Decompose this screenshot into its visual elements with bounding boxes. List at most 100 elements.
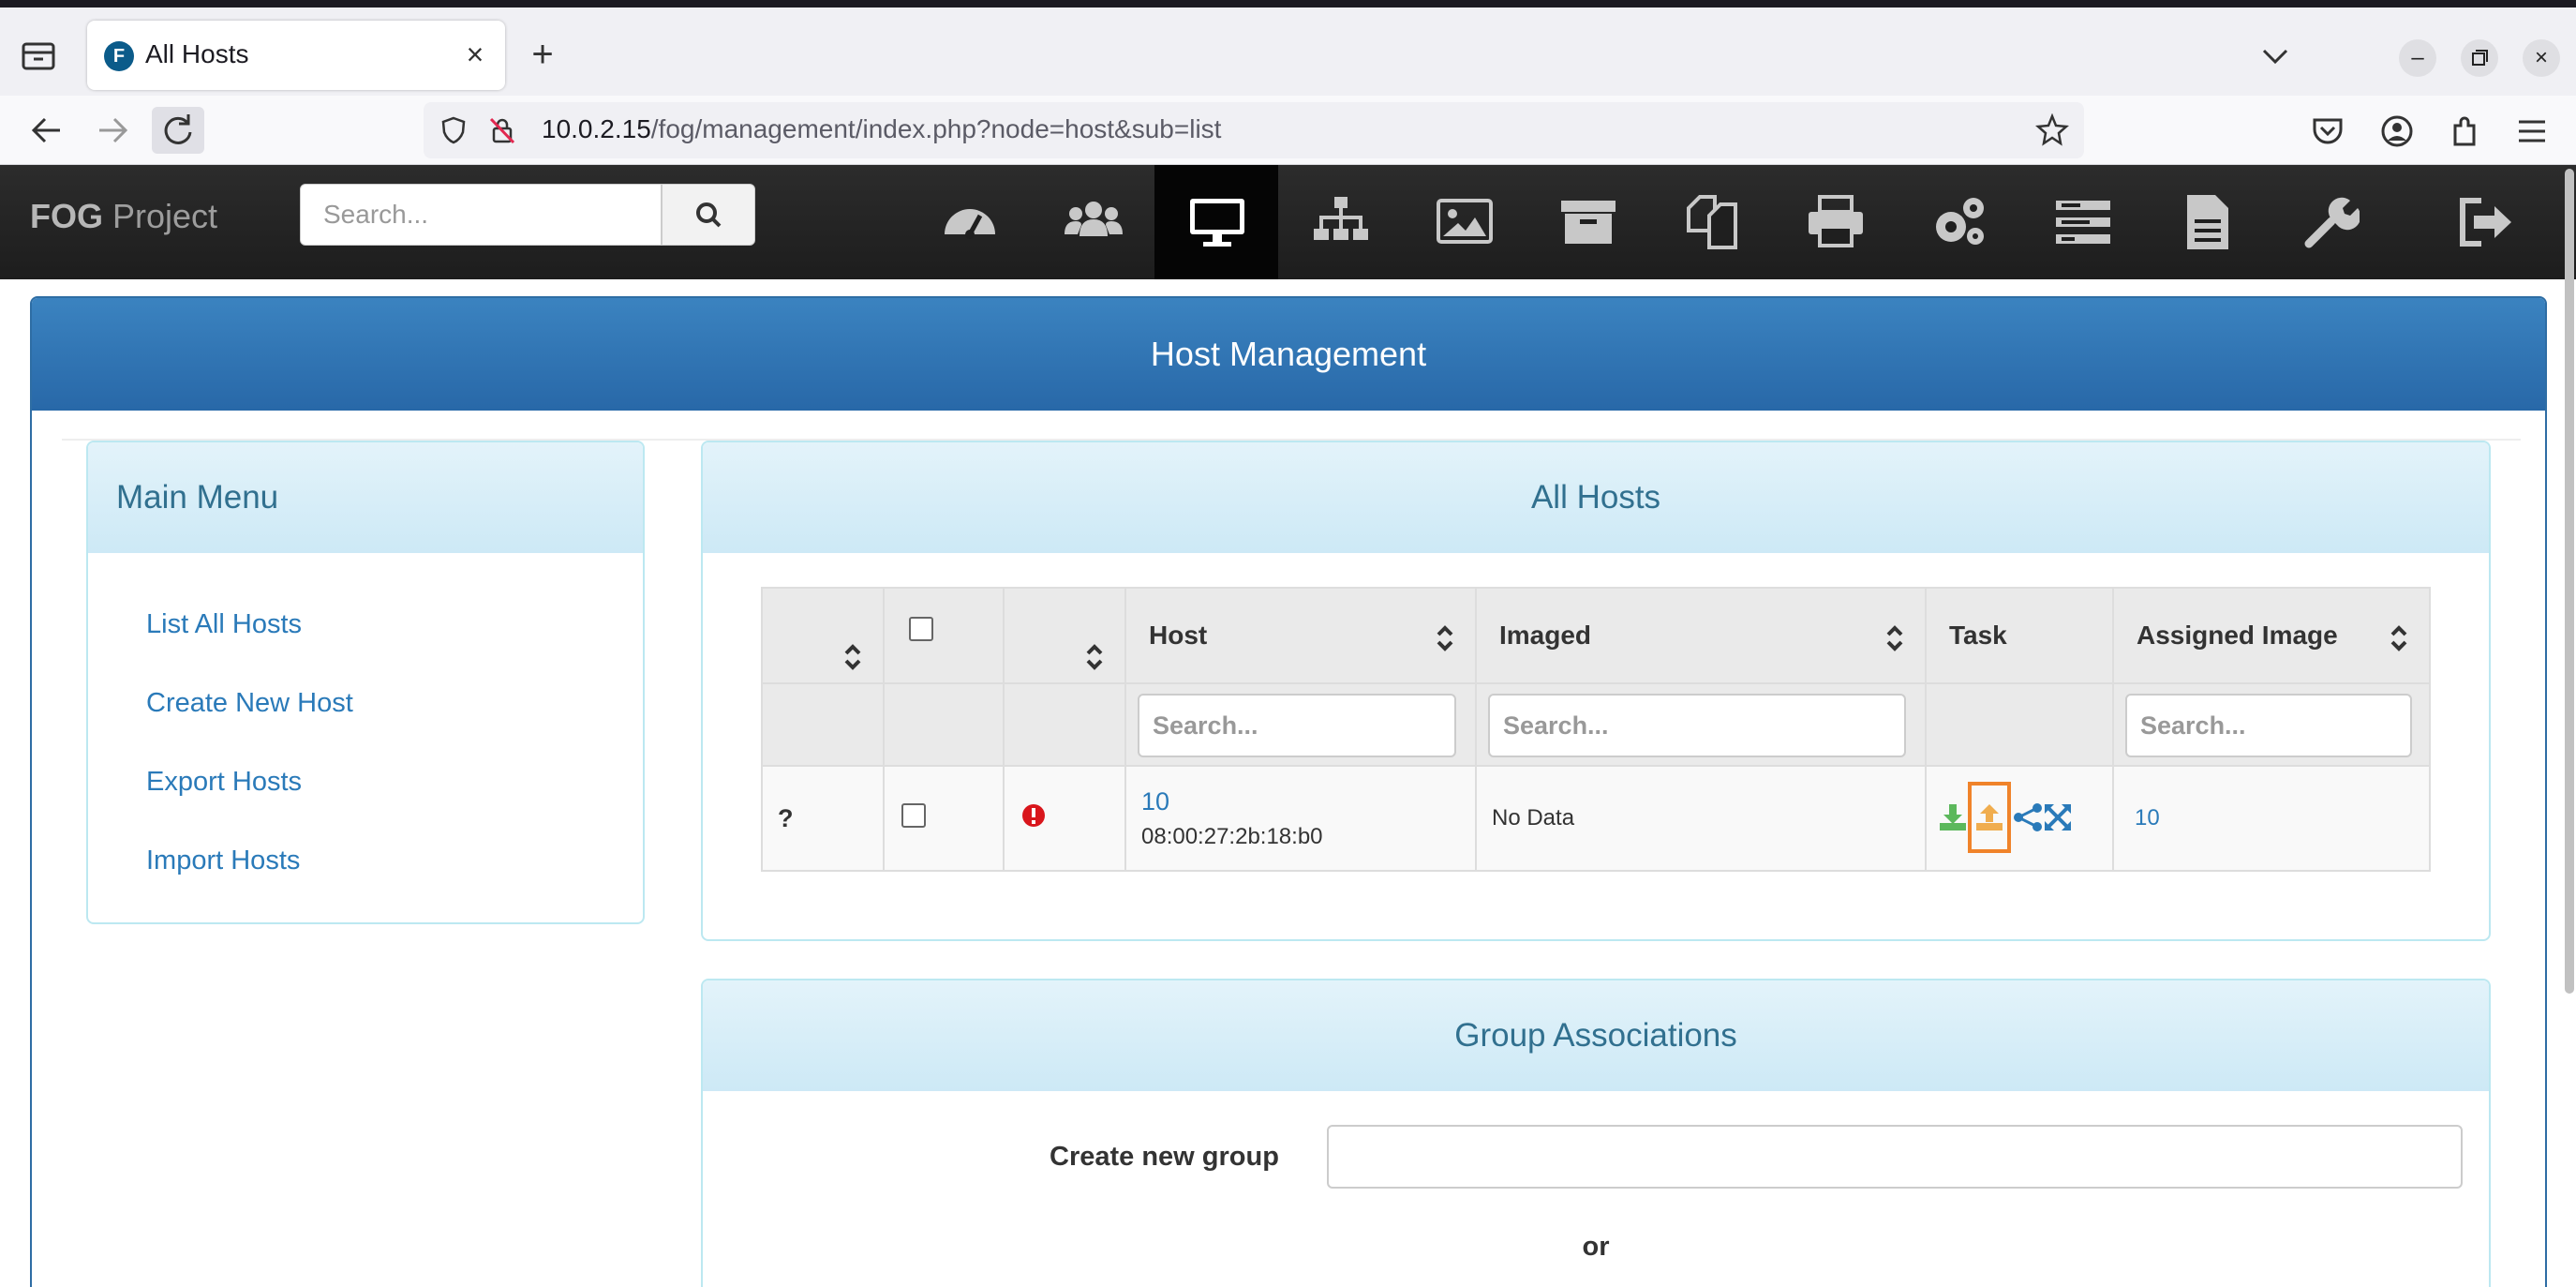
imaged-value: No Data [1475,765,1927,872]
forward-icon[interactable] [86,107,139,154]
sort-icon [1886,625,1903,651]
nav-dashboard[interactable] [907,165,1031,279]
nav-reports[interactable] [2144,165,2268,279]
images-icon [1437,199,1493,244]
host-mac-address: 08:00:27:2b:18:b0 [1141,823,1323,849]
pocket-icon[interactable] [2309,112,2346,150]
bookmark-star-icon[interactable] [2035,113,2069,147]
alert-icon [1022,803,1045,827]
nav-storage[interactable] [1526,165,1649,279]
firefox-view-icon[interactable] [21,41,56,71]
menu-link-create-new-host[interactable]: Create New Host [146,688,353,719]
host-name-link[interactable]: 10 [1141,787,1475,816]
url-text: 10.0.2.15/fog/management/index.php?node=… [542,114,1222,143]
imaged-search-input[interactable]: Search... [1488,694,1906,757]
account-icon[interactable] [2378,112,2416,150]
insecure-lock-icon[interactable] [487,115,517,145]
fog-favicon-icon: F [104,41,134,71]
tab-title: All Hosts [145,39,249,68]
configuration-icon [1936,198,1984,245]
printers-icon [1809,195,1863,247]
nav-tasks[interactable] [2020,165,2144,279]
search-icon [696,202,722,228]
column-header-task: Task [1925,587,2114,684]
snapins-icon [1687,195,1737,249]
create-group-label: Create new group [1050,1142,1279,1172]
tab-close-icon[interactable]: × [458,36,492,73]
browser-tab-bar: F All Hosts × + – × [0,0,2576,96]
column-header-select-all [883,587,1005,684]
tasks-icon [2056,201,2110,244]
group-associations-panel: Group Associations Create new group or [701,979,2491,1287]
page-scrollbar[interactable] [2565,169,2574,994]
page-title: Host Management [32,298,2545,411]
restore-icon[interactable] [2461,39,2498,77]
reload-icon[interactable] [152,107,204,154]
row-checkbox[interactable] [901,802,926,828]
sort-icon [844,644,861,670]
group-associations-title: Group Associations [703,980,2489,1091]
all-hosts-panel: All Hosts Host Imaged Task Assigned Imag… [701,441,2491,941]
tracking-protection-icon[interactable] [439,115,469,145]
column-header-status[interactable] [1003,587,1126,684]
or-separator: or [1582,1232,1610,1262]
task-actions [1925,765,2114,872]
capture-icon[interactable] [1974,802,2004,832]
column-header-assigned-image[interactable]: Assigned Image [2112,587,2431,684]
menu-link-list-all-hosts[interactable]: List All Hosts [146,609,302,640]
menu-icon[interactable] [2513,112,2551,150]
back-icon[interactable] [21,107,73,154]
nav-hosts[interactable] [1154,165,1278,279]
logout-icon [2460,198,2511,247]
reports-icon [2187,195,2228,249]
address-bar[interactable]: 10.0.2.15/fog/management/index.php?node=… [424,102,2084,158]
table-header-row: Host Imaged Task Assigned Image [761,587,2431,684]
browser-nav-bar: 10.0.2.15/fog/management/index.php?node=… [0,96,2576,165]
column-search-row: Search... Search... Search... [761,682,2431,767]
advanced-icon[interactable] [2043,802,2073,832]
deploy-icon[interactable] [1938,802,1968,832]
sort-icon [1086,644,1103,670]
nav-users[interactable] [1031,165,1154,279]
nav-logout[interactable] [2423,165,2547,279]
main-menu-panel: Main Menu List All Hosts Create New Host… [86,441,645,924]
groups-icon [1314,197,1368,240]
storage-icon [1561,201,1616,244]
table-row: ? 10 08:00:27:2b:18:b0 No Data 10 [761,765,2431,872]
nav-fog-settings[interactable] [2268,165,2391,279]
nav-configuration[interactable] [1897,165,2020,279]
create-group-input[interactable] [1327,1125,2463,1189]
nav-images[interactable] [1402,165,1526,279]
menu-link-export-hosts[interactable]: Export Hosts [146,767,302,798]
extensions-icon[interactable] [2446,112,2483,150]
nav-snapins[interactable] [1649,165,1773,279]
multicast-icon[interactable] [2013,802,2043,832]
column-header-imaged[interactable]: Imaged [1475,587,1927,684]
host-search-input[interactable]: Search... [1138,694,1456,757]
fog-logo[interactable]: FOG Project [30,197,217,236]
hosts-icon [1190,199,1244,247]
nav-groups[interactable] [1278,165,1402,279]
column-header-ping[interactable] [761,587,885,684]
sort-icon [2390,625,2407,651]
close-window-icon[interactable]: × [2523,39,2560,77]
all-hosts-title: All Hosts [703,442,2489,553]
nav-printers[interactable] [1773,165,1897,279]
new-tab-icon[interactable]: + [521,34,564,77]
column-header-host[interactable]: Host [1124,587,1477,684]
assigned-image-search-input[interactable]: Search... [2125,694,2412,757]
fog-top-navbar: FOG Project Search... [0,165,2576,279]
minimize-icon[interactable]: – [2399,39,2436,77]
browser-tab-all-hosts[interactable]: F All Hosts × [87,21,505,90]
users-icon [1065,202,1123,236]
list-all-tabs-icon[interactable] [2256,37,2294,75]
ping-status: ? [761,765,885,872]
global-search-button[interactable] [662,184,755,246]
main-menu-title: Main Menu [88,442,643,553]
dashboard-icon [945,209,995,239]
settings-wrench-icon [2304,197,2360,248]
menu-link-import-hosts[interactable]: Import Hosts [146,846,300,876]
assigned-image-link[interactable]: 10 [2135,805,2160,831]
select-all-checkbox[interactable] [909,617,933,641]
global-search-input[interactable]: Search... [300,184,662,246]
